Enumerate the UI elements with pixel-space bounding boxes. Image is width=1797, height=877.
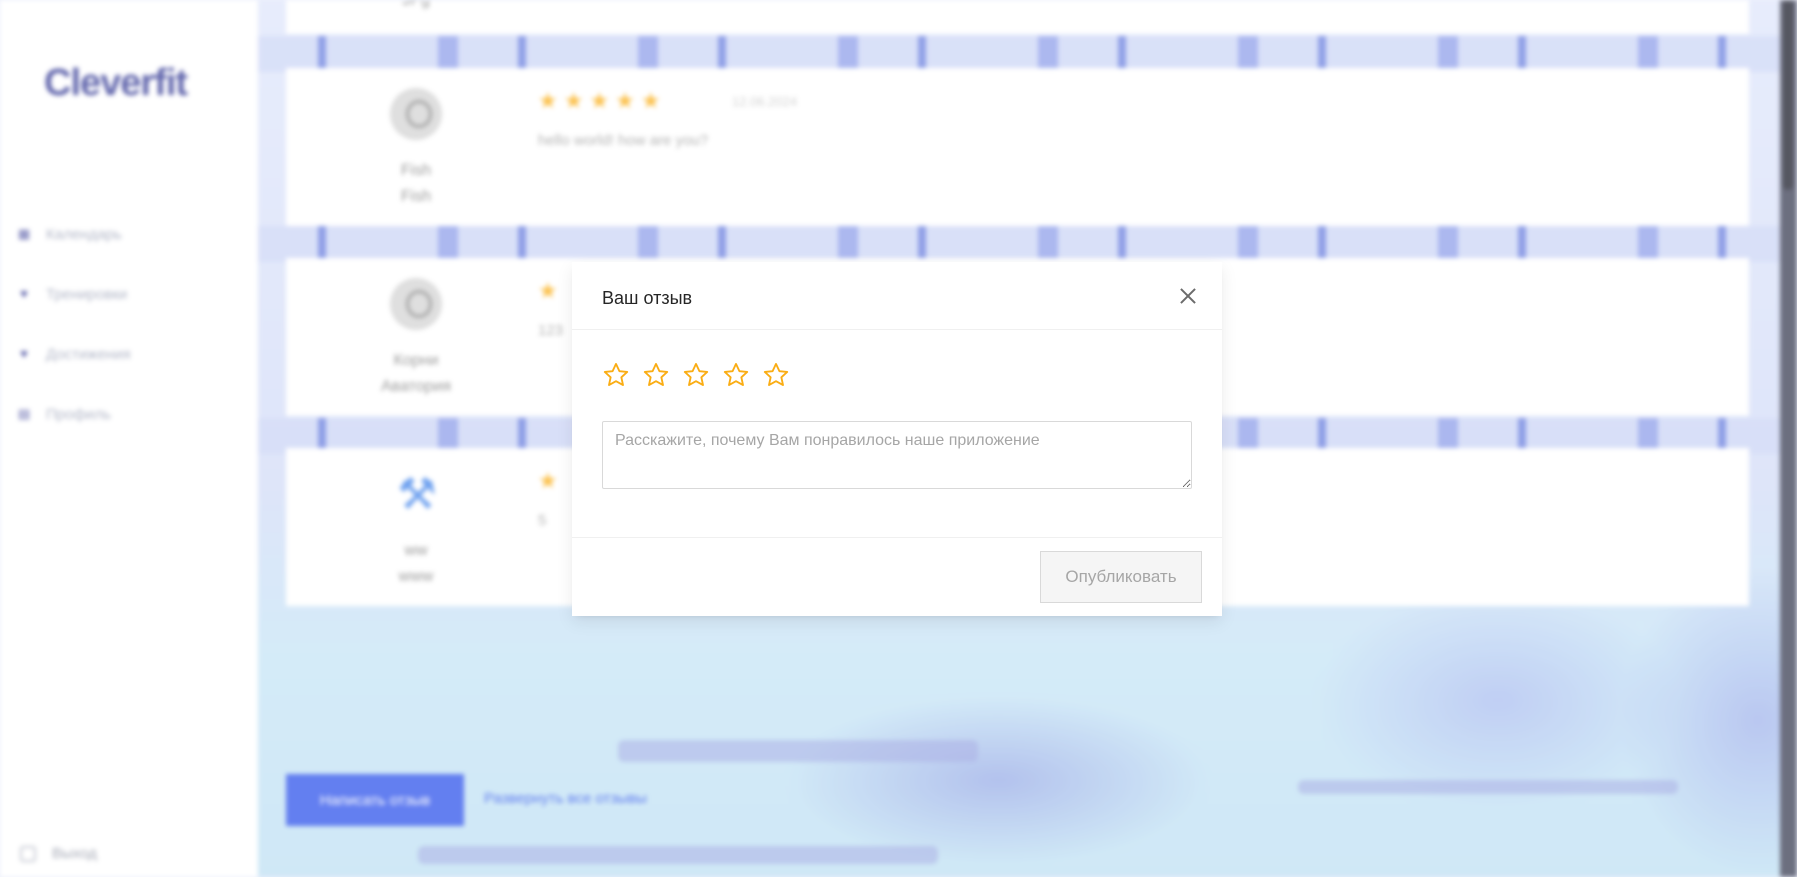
star-3-icon[interactable] [682, 361, 710, 389]
review-modal: Ваш отзыв Опубликовать [572, 262, 1222, 616]
modal-title: Ваш отзыв [602, 288, 693, 308]
modal-footer: Опубликовать [572, 537, 1222, 616]
star-5-icon[interactable] [762, 361, 790, 389]
close-icon[interactable] [1176, 284, 1200, 308]
star-rating[interactable] [602, 361, 790, 389]
publish-button[interactable]: Опубликовать [1040, 551, 1202, 603]
star-2-icon[interactable] [642, 361, 670, 389]
modal-header: Ваш отзыв [572, 262, 1222, 330]
star-4-icon[interactable] [722, 361, 750, 389]
star-1-icon[interactable] [602, 361, 630, 389]
review-textarea[interactable] [602, 421, 1192, 489]
